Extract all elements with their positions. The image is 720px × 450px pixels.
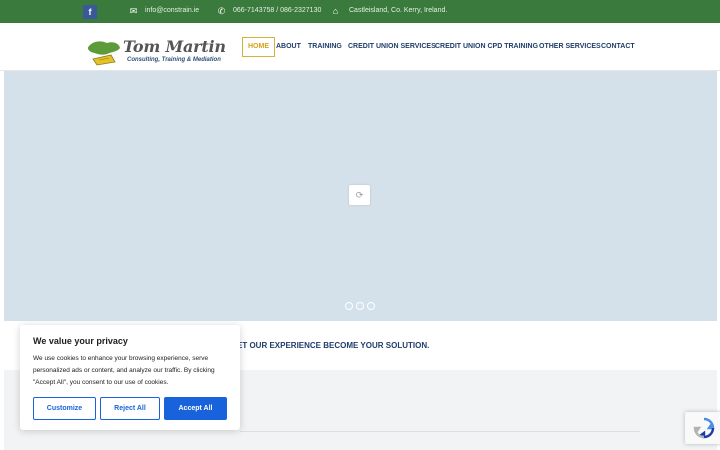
- home-icon: ⌂: [332, 6, 339, 16]
- recaptcha-icon: [693, 417, 715, 439]
- hero-slider[interactable]: ⟳: [4, 71, 717, 321]
- nav-training[interactable]: TRAINING: [308, 37, 342, 57]
- logo-icon[interactable]: [87, 40, 121, 66]
- reject-all-button[interactable]: Reject All: [100, 397, 160, 420]
- recaptcha-badge[interactable]: [685, 412, 720, 444]
- nav-contact[interactable]: CONTACT: [601, 37, 635, 57]
- accept-all-button[interactable]: Accept All: [164, 397, 227, 420]
- section-divider: [240, 431, 640, 432]
- customize-button[interactable]: Customize: [33, 397, 96, 420]
- site-header: Tom Martin Consulting, Training & Mediat…: [0, 23, 720, 71]
- nav-credit-union-services[interactable]: CREDIT UNION SERVICES: [348, 37, 436, 57]
- address-text: Castleisland, Co. Kerry, Ireland.: [349, 7, 448, 14]
- nav-credit-union-cpd-training[interactable]: CREDIT UNION CPD TRAINING: [435, 37, 538, 57]
- nav-other-services[interactable]: OTHER SERVICES: [539, 37, 601, 57]
- slider-dot-3[interactable]: [367, 302, 375, 310]
- logo-title[interactable]: Tom Martin: [123, 37, 226, 56]
- cookie-title: We value your privacy: [33, 336, 128, 346]
- section-tagline: ET OUR EXPERIENCE BECOME YOUR SOLUTION.: [237, 341, 430, 350]
- phone-link[interactable]: 066-7143758 / 086-2327130: [233, 7, 321, 14]
- envelope-icon: ✉: [129, 6, 138, 16]
- nav-about[interactable]: ABOUT: [276, 37, 301, 57]
- phone-icon: ✆: [217, 6, 226, 16]
- logo-tagline: Consulting, Training & Mediation: [127, 57, 221, 63]
- email-link[interactable]: info@constrain.ie: [145, 7, 199, 14]
- slider-dot-1[interactable]: [345, 302, 353, 310]
- cookie-consent-banner: We value your privacy We use cookies to …: [20, 325, 240, 430]
- slider-dot-2[interactable]: [356, 302, 364, 310]
- cookie-description: We use cookies to enhance your browsing …: [33, 355, 215, 386]
- facebook-icon[interactable]: f: [83, 5, 97, 19]
- top-contact-bar: f ✉ info@constrain.ie ✆ 066-7143758 / 08…: [0, 0, 720, 23]
- nav-home[interactable]: HOME: [242, 37, 275, 57]
- loading-spinner-icon: ⟳: [349, 185, 370, 205]
